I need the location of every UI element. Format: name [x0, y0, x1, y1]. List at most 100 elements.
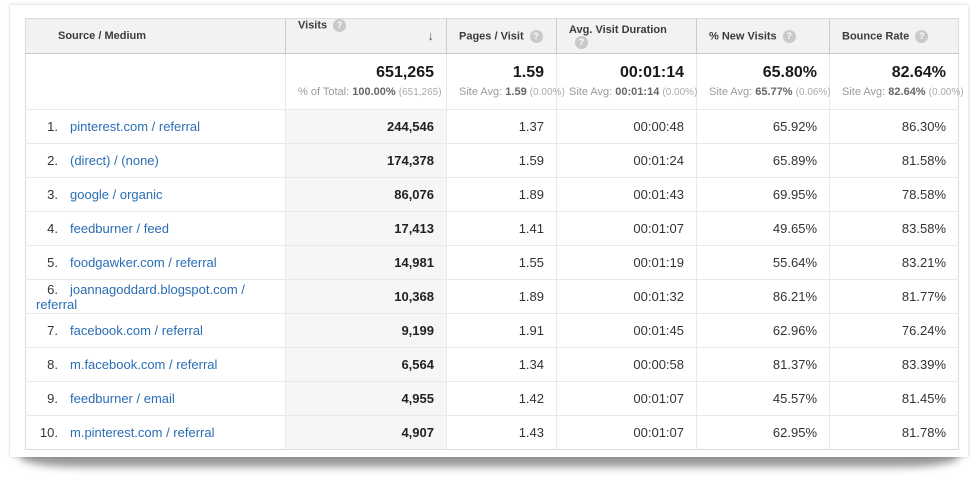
row-rank: 4.: [36, 221, 58, 236]
column-header-pct-new-visits[interactable]: % New Visits?: [697, 19, 830, 54]
row-rank: 2.: [36, 153, 58, 168]
total-visits-subtext: % of Total: 100.00% (651,265): [298, 86, 434, 98]
help-icon[interactable]: ?: [915, 30, 928, 43]
visits-cell: 6,564: [286, 348, 447, 382]
totals-pages-per-visit: 1.59 Site Avg: 1.59 (0.00%): [447, 54, 557, 110]
bounce-rate-cell: 81.58%: [830, 144, 959, 178]
source-medium-link[interactable]: joannagoddard.blogspot.com / referral: [36, 282, 245, 312]
table-row: 2.(direct) / (none) 174,378 1.59 00:01:2…: [26, 144, 959, 178]
bounce-rate-cell: 81.45%: [830, 382, 959, 416]
avg-duration-cell: 00:01:43: [557, 178, 697, 212]
totals-empty-cell: [26, 54, 286, 110]
column-header-visits[interactable]: ↓ Visits?: [286, 19, 447, 54]
visits-cell: 86,076: [286, 178, 447, 212]
source-medium-cell: 4. feedburner / feed: [26, 212, 286, 246]
column-header-avg-visit-duration[interactable]: Avg. Visit Duration?: [557, 19, 697, 54]
source-medium-link[interactable]: feedburner / feed: [70, 221, 169, 236]
column-label: Source / Medium: [58, 30, 146, 42]
source-medium-link[interactable]: foodgawker.com / referral: [70, 255, 217, 270]
visits-cell: 14,981: [286, 246, 447, 280]
source-medium-link[interactable]: google / organic: [70, 187, 163, 202]
row-rank: 3.: [36, 187, 58, 202]
totals-bounce-rate: 82.64% Site Avg: 82.64% (0.00%): [830, 54, 959, 110]
avg-duration-cell: 00:01:19: [557, 246, 697, 280]
row-rank: 5.: [36, 255, 58, 270]
source-medium-cell: 7.facebook.com / referral: [26, 314, 286, 348]
source-medium-cell: 8. m.facebook.com / referral: [26, 348, 286, 382]
pct-new-visits-cell: 55.64%: [697, 246, 830, 280]
row-rank: 6.: [36, 282, 58, 297]
row-rank: 8.: [36, 357, 58, 372]
pages-per-visit-cell: 1.59: [447, 144, 557, 178]
table-row: 6.joannagoddard.blogspot.com / referral …: [26, 280, 959, 314]
bounce-rate-cell: 78.58%: [830, 178, 959, 212]
table-body: 1.pinterest.com / referral 244,546 1.37 …: [26, 110, 959, 450]
total-visits-value: 651,265: [298, 63, 434, 83]
column-header-pages-per-visit[interactable]: Pages / Visit?: [447, 19, 557, 54]
total-new-visits-value: 65.80%: [709, 63, 817, 83]
avg-duration-cell: 00:01:07: [557, 382, 697, 416]
source-medium-link[interactable]: facebook.com / referral: [70, 323, 203, 338]
avg-duration-cell: 00:01:07: [557, 212, 697, 246]
bounce-rate-cell: 83.39%: [830, 348, 959, 382]
source-medium-table: Source / Medium ↓ Visits? Pages / Visit?…: [25, 18, 959, 450]
total-bounce-value: 82.64%: [842, 63, 946, 83]
help-icon[interactable]: ?: [333, 19, 346, 32]
visits-cell: 17,413: [286, 212, 447, 246]
total-duration-subtext: Site Avg: 00:01:14 (0.00%): [569, 86, 684, 98]
pages-per-visit-cell: 1.89: [447, 280, 557, 314]
table-header-row: Source / Medium ↓ Visits? Pages / Visit?…: [26, 19, 959, 54]
pages-per-visit-cell: 1.55: [447, 246, 557, 280]
visits-cell: 9,199: [286, 314, 447, 348]
pct-new-visits-cell: 62.95%: [697, 416, 830, 450]
avg-duration-cell: 00:00:48: [557, 110, 697, 144]
table-row: 1.pinterest.com / referral 244,546 1.37 …: [26, 110, 959, 144]
pct-new-visits-cell: 86.21%: [697, 280, 830, 314]
source-medium-link[interactable]: pinterest.com / referral: [70, 119, 200, 134]
avg-duration-cell: 00:01:32: [557, 280, 697, 314]
help-icon[interactable]: ?: [783, 30, 796, 43]
total-new-visits-subtext: Site Avg: 65.77% (0.06%): [709, 86, 817, 98]
avg-duration-cell: 00:01:24: [557, 144, 697, 178]
bounce-rate-cell: 81.78%: [830, 416, 959, 450]
report-card: Source / Medium ↓ Visits? Pages / Visit?…: [10, 5, 968, 457]
column-label: Visits: [298, 19, 327, 31]
visits-cell: 4,955: [286, 382, 447, 416]
pages-per-visit-cell: 1.43: [447, 416, 557, 450]
pct-new-visits-cell: 65.92%: [697, 110, 830, 144]
pct-new-visits-cell: 81.37%: [697, 348, 830, 382]
source-medium-link[interactable]: (direct) / (none): [70, 153, 159, 168]
source-medium-link[interactable]: feedburner / email: [70, 391, 175, 406]
sort-descending-icon[interactable]: ↓: [428, 19, 435, 53]
help-icon[interactable]: ?: [575, 36, 588, 49]
column-header-bounce-rate[interactable]: Bounce Rate?: [830, 19, 959, 54]
source-medium-cell: 5. foodgawker.com / referral: [26, 246, 286, 280]
pages-per-visit-cell: 1.34: [447, 348, 557, 382]
bounce-rate-cell: 83.21%: [830, 246, 959, 280]
source-medium-cell: 6.joannagoddard.blogspot.com / referral: [26, 280, 286, 314]
totals-avg-duration: 00:01:14 Site Avg: 00:01:14 (0.00%): [557, 54, 697, 110]
pct-new-visits-cell: 45.57%: [697, 382, 830, 416]
source-medium-link[interactable]: m.pinterest.com / referral: [70, 425, 215, 440]
visits-cell: 10,368: [286, 280, 447, 314]
table-row: 8. m.facebook.com / referral 6,564 1.34 0…: [26, 348, 959, 382]
visits-cell: 4,907: [286, 416, 447, 450]
table-row: 7.facebook.com / referral 9,199 1.91 00:…: [26, 314, 959, 348]
totals-row: 651,265 % of Total: 100.00% (651,265) 1.…: [26, 54, 959, 110]
table-row: 9.feedburner / email 4,955 1.42 00:01:07…: [26, 382, 959, 416]
help-icon[interactable]: ?: [530, 30, 543, 43]
pct-new-visits-cell: 62.96%: [697, 314, 830, 348]
source-medium-cell: 9.feedburner / email: [26, 382, 286, 416]
pages-per-visit-cell: 1.42: [447, 382, 557, 416]
column-label: Pages / Visit: [459, 30, 524, 42]
column-label: Bounce Rate: [842, 30, 909, 42]
bounce-rate-cell: 76.24%: [830, 314, 959, 348]
total-pages-value: 1.59: [459, 63, 544, 83]
avg-duration-cell: 00:01:07: [557, 416, 697, 450]
source-medium-link[interactable]: m.facebook.com / referral: [70, 357, 217, 372]
column-header-source-medium[interactable]: Source / Medium: [26, 19, 286, 54]
avg-duration-cell: 00:01:45: [557, 314, 697, 348]
avg-duration-cell: 00:00:58: [557, 348, 697, 382]
pct-new-visits-cell: 69.95%: [697, 178, 830, 212]
column-label: % New Visits: [709, 30, 777, 42]
